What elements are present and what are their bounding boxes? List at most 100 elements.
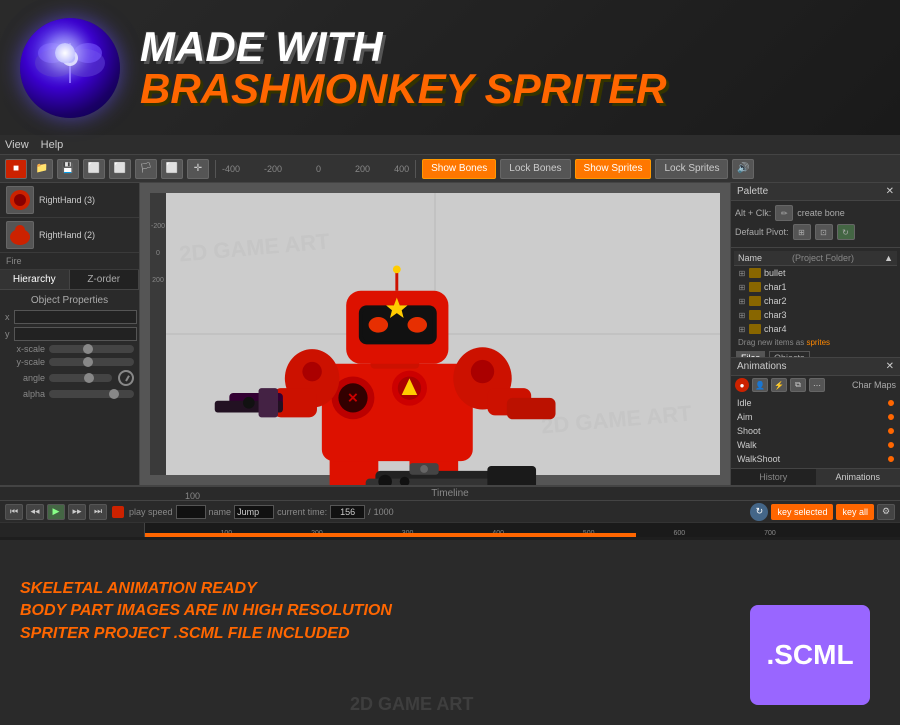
anim-toolbar: ● 👤 ⚡ ⧉ ⋯ Char Maps <box>731 376 900 394</box>
anim-walkshoot[interactable]: WalkShoot <box>733 452 898 466</box>
anim-name-input[interactable] <box>234 505 274 519</box>
tree-item-bullet[interactable]: ⊞ bullet <box>734 266 897 280</box>
show-sprites-btn[interactable]: Show Sprites <box>575 159 652 179</box>
animations-tab[interactable]: Animations <box>816 469 900 485</box>
bottom-line1: SKELETAL ANIMATION READY <box>20 578 392 600</box>
file-tree: Name (Project Folder) ▲ ⊞ bullet ⊞ char1… <box>731 248 900 357</box>
anim-idle[interactable]: Idle <box>733 396 898 410</box>
anim-aim[interactable]: Aim <box>733 410 898 424</box>
pivot-refresh-btn[interactable]: ↻ <box>837 224 855 240</box>
tool-btn-5[interactable]: 🏳 <box>135 159 157 179</box>
key-selected-btn[interactable]: key selected <box>771 504 833 520</box>
tree-label-char2: char2 <box>764 296 787 306</box>
sprite-item-fire[interactable]: Fire <box>0 253 139 270</box>
name-label: name <box>209 507 232 517</box>
prop-angle-slider[interactable] <box>49 374 112 382</box>
expand-char2[interactable]: ⊞ <box>738 297 746 306</box>
hierarchy-tab[interactable]: Hierarchy <box>0 270 70 289</box>
prop-xscale-slider[interactable] <box>49 345 134 353</box>
left-sidebar: RightHand (3) RightHand (2) Fire Hierarc… <box>0 183 140 485</box>
ruler-left-area <box>0 523 145 537</box>
lock-bones-btn[interactable]: Lock Bones <box>500 159 570 179</box>
tl-rewind-start[interactable]: ⏮ <box>5 504 23 520</box>
sort-icon[interactable]: ▲ <box>884 253 893 263</box>
play-speed-input[interactable] <box>176 505 206 519</box>
anim-walk-btn[interactable]: ⚡ <box>771 378 787 392</box>
anim-shoot[interactable]: Shoot <box>733 424 898 438</box>
speaker-btn[interactable]: 🔊 <box>732 159 754 179</box>
tl-rewind-end[interactable]: ⏭ <box>89 504 107 520</box>
anim-walk[interactable]: Walk <box>733 438 898 452</box>
tool-btn-6[interactable]: ⬜ <box>161 159 183 179</box>
prop-alpha-slider[interactable] <box>49 390 134 398</box>
loop-btn[interactable]: ↻ <box>750 503 768 521</box>
canvas-area[interactable]: 2D Game Art 2D Game Art <box>140 183 730 485</box>
tl-play[interactable]: ▶ <box>47 504 65 520</box>
tool-btn-7[interactable]: ✛ <box>187 159 209 179</box>
bottom-line3: SPRITER PROJECT .SCML FILE INCLUDED <box>20 623 392 645</box>
expand-char4[interactable]: ⊞ <box>738 325 746 334</box>
prop-yscale-slider[interactable] <box>49 358 134 366</box>
anim-close-icon[interactable]: ✕ <box>886 361 894 372</box>
tree-item-char4[interactable]: ⊞ char4 <box>734 322 897 336</box>
palette-close[interactable]: ✕ <box>886 186 894 197</box>
tl-settings-btn[interactable]: ⚙ <box>877 504 895 520</box>
alt-click-value: create bone <box>797 208 845 218</box>
sprite-item-righthand3[interactable]: RightHand (3) <box>0 183 139 218</box>
anim-walkshoot-dot <box>888 456 894 462</box>
folder-icon-char1 <box>749 282 761 292</box>
tool-btn-4[interactable]: ⬜ <box>109 159 131 179</box>
tool-btn-3[interactable]: ⬜ <box>83 159 105 179</box>
tree-label-bullet: bullet <box>764 268 786 278</box>
ruler-track[interactable]: 100 200 300 400 500 600 700 <box>145 523 900 537</box>
tree-label-char3: char3 <box>764 310 787 320</box>
drag-info-text: Drag new items as <box>738 338 804 347</box>
canvas-inner: 2D Game Art 2D Game Art <box>150 193 720 475</box>
tl-step-fwd[interactable]: ▸▸ <box>68 504 86 520</box>
timeline-progress <box>145 533 636 537</box>
pivot-btn-2[interactable]: ⊡ <box>815 224 833 240</box>
key-all-btn[interactable]: key all <box>836 504 874 520</box>
sidebar-tabs: Hierarchy Z-order <box>0 270 139 290</box>
anim-aim-label: Aim <box>737 412 753 422</box>
menu-help[interactable]: Help <box>41 139 64 151</box>
char-maps-btn[interactable]: Char Maps <box>852 380 896 390</box>
tree-item-char2[interactable]: ⊞ char2 <box>734 294 897 308</box>
sprite-item-righthand2[interactable]: RightHand (2) <box>0 218 139 253</box>
prop-angle-row: angle <box>5 370 134 386</box>
zorder-tab[interactable]: Z-order <box>70 270 140 289</box>
anim-record-btn[interactable]: ● <box>735 378 749 392</box>
sprite-label-2: RightHand (2) <box>39 230 95 240</box>
history-tab[interactable]: History <box>731 469 816 485</box>
lock-sprites-btn[interactable]: Lock Sprites <box>655 159 728 179</box>
angle-dial[interactable] <box>118 370 134 386</box>
palette-header: Palette ✕ <box>731 183 900 201</box>
prop-y-input[interactable] <box>14 327 137 341</box>
tl-step-back[interactable]: ◂◂ <box>26 504 44 520</box>
expand-char1[interactable]: ⊞ <box>738 283 746 292</box>
anim-shoot-label: Shoot <box>737 426 761 436</box>
tool-btn-2[interactable]: 💾 <box>57 159 79 179</box>
prop-x-input[interactable] <box>14 310 137 324</box>
show-bones-btn[interactable]: Show Bones <box>422 159 496 179</box>
tool-btn-1[interactable]: 📁 <box>31 159 53 179</box>
current-time-input[interactable] <box>330 505 365 519</box>
tree-item-char1[interactable]: ⊞ char1 <box>734 280 897 294</box>
menu-view[interactable]: View <box>5 139 29 151</box>
folder-icon-char3 <box>749 310 761 320</box>
tree-label-char1: char1 <box>764 282 787 292</box>
sprite-thumb-1 <box>6 186 34 214</box>
anim-copy-btn[interactable]: ⧉ <box>790 378 806 392</box>
anim-person-btn[interactable]: 👤 <box>752 378 768 392</box>
tl-record-btn[interactable] <box>112 506 124 518</box>
pivot-btn-1[interactable]: ⊞ <box>793 224 811 240</box>
stop-btn[interactable]: ■ <box>5 159 27 179</box>
bottom-text: SKELETAL ANIMATION READY BODY PART IMAGE… <box>20 578 392 645</box>
tree-item-char3[interactable]: ⊞ char3 <box>734 308 897 322</box>
prop-angle-label: angle <box>5 373 45 383</box>
anim-more-btn[interactable]: ⋯ <box>809 378 825 392</box>
anim-walk-dot <box>888 442 894 448</box>
expand-bullet[interactable]: ⊞ <box>738 269 746 278</box>
expand-char3[interactable]: ⊞ <box>738 311 746 320</box>
pencil-icon-btn[interactable]: ✏ <box>775 205 793 221</box>
